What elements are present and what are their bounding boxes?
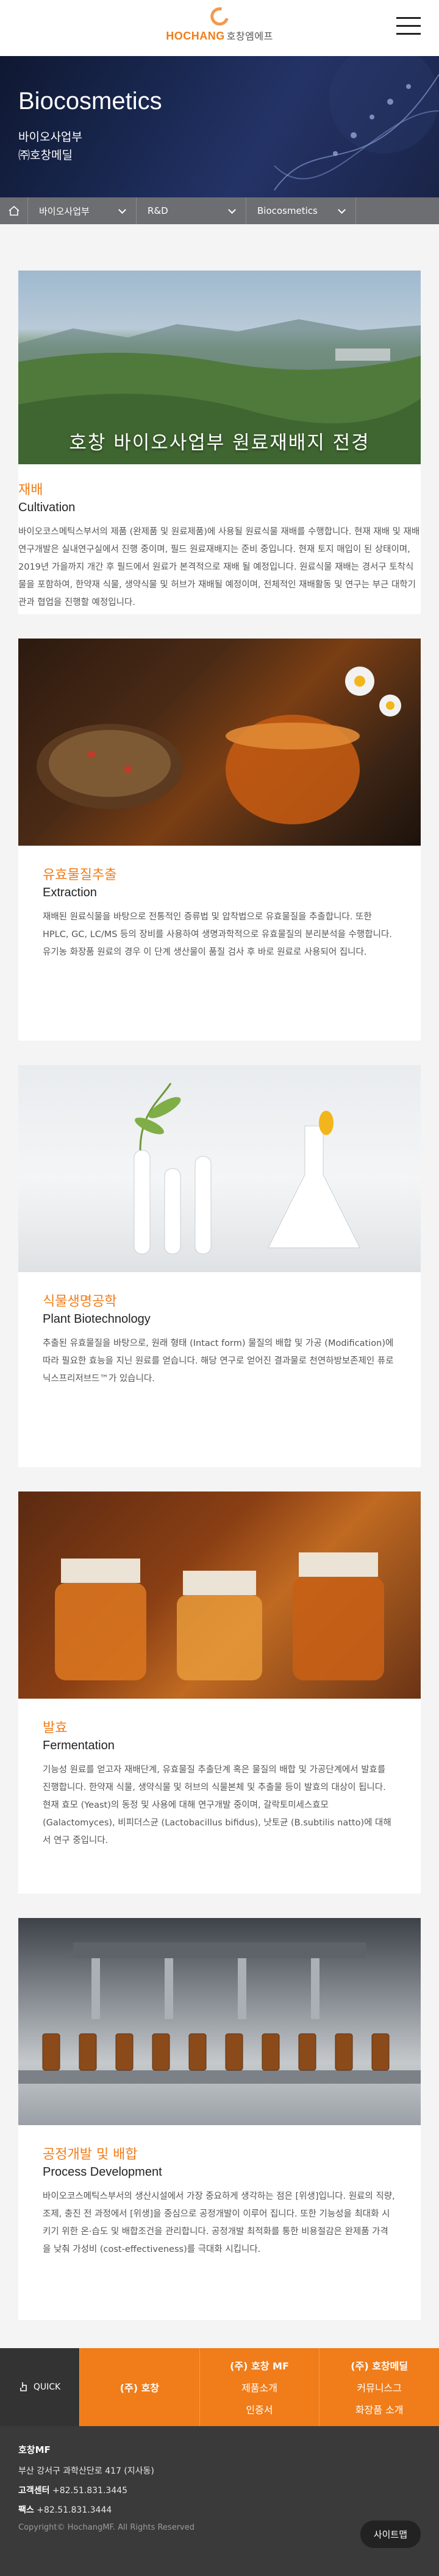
footer-company: 호창MF [18,2444,51,2455]
chevron-down-icon [228,205,236,214]
lab-glassware-photo [18,1065,421,1272]
main-content: 호창 바이오사업부 원료재배지 전경 재배 Cultivation 바이오코스메… [0,224,439,2348]
quick-link-hochang-mf[interactable]: (주) 호창 MF [230,2358,289,2373]
quick-col-hochang: (주) 호창 [79,2348,199,2426]
breadcrumb-biocosmetics[interactable]: Biocosmetics [246,197,356,224]
site-footer: 호창MF 부산 강서구 과학산단로 417 (지사동) 고객센터 +82.51.… [0,2426,439,2576]
section-title-en: Cultivation [18,501,76,514]
section-title-en: Plant Biotechnology [43,1312,151,1326]
section-title: 발효 [43,1721,68,1736]
brand-sub: 호창엠에프 [226,32,273,42]
section-title-en: Extraction [43,886,97,899]
jars-illustration [55,1552,384,1680]
section-title: 공정개발 및 배합 [43,2147,138,2162]
breadcrumb-rnd[interactable]: R&D [137,197,246,224]
fermentation-card: 발효 Fermentation 기능성 원료를 얻고자 재배단계, 유효물질 추… [18,1491,421,1894]
plant-biotech-card: 식물생명공학 Plant Biotechnology 추출된 유효물질을 바탕으… [18,1065,421,1467]
breadcrumb-division[interactable]: 바이오사업부 [28,197,137,224]
tea-illustration [37,667,401,824]
section-body: 바이오코스메틱스부서의 생산시설에서 가장 중요하게 생각하는 점은 [위생]입… [43,2192,395,2254]
footer-fax: 팩스 +82.51.831.3444 [18,2505,112,2515]
site-header: HOCHANG 호창엠에프 [0,0,439,56]
section-body: 재배된 원료식물을 바탕으로 전통적인 증류법 및 압착법으로 유효물질을 추출… [43,912,392,957]
hero-banner: Biocosmetics 바이오사업부 ㈜호창메딜 [0,56,439,197]
sitemap-button[interactable]: 사이트맵 [360,2521,421,2548]
brand-logo[interactable]: HOCHANG 호창엠에프 [166,4,273,43]
section-body: 기능성 원료를 얻고자 재배단계, 유효물질 추출단계 혹은 물질의 배합 및 … [43,1765,391,1845]
cultivation-section: 호창 바이오사업부 원료재배지 전경 재배 Cultivation 바이오코스메… [18,271,421,614]
hero-company: ㈜호창메딜 [18,149,73,162]
home-icon[interactable] [0,197,28,224]
footer-phone: 고객센터 +82.51.831.3445 [18,2486,128,2496]
section-title: 유효물질추출 [43,868,117,883]
hamburger-menu-icon[interactable] [396,17,421,38]
chevron-down-icon [118,205,126,214]
photo-caption: 호창 바이오사업부 원료재배지 전경 [69,432,370,454]
hero-division: 바이오사업부 [18,130,82,144]
hand-pointer-icon [20,2382,27,2391]
dna-graphic-icon [274,56,439,191]
quick-col-hochang-mf: (주) 호창 MF 제품소개 인증서 [199,2348,319,2426]
cultivation-site-photo: 호창 바이오사업부 원료재배지 전경 [18,271,421,464]
process-development-card: 공정개발 및 배합 Process Development 바이오코스메틱스부서… [18,1918,421,2320]
extraction-card: 유효물질추출 Extraction 재배된 원료식물을 바탕으로 전통적인 증류… [18,639,421,1041]
chevron-down-icon [338,205,346,214]
fermentation-jars-photo [18,1491,421,1699]
quick-link-cosmetics[interactable]: 화장품 소개 [355,2402,404,2416]
logo-mark-icon [207,4,232,29]
quick-label: QUICK [0,2348,79,2426]
section-body: 바이오코스메틱스부서의 제품 (완제품 및 원료제품)에 사용될 원료식물 재배… [18,527,420,607]
quick-link-certificates[interactable]: 인증서 [246,2402,273,2416]
bottling-line-photo [18,1918,421,2125]
page-title: Biocosmetics [18,88,162,115]
bottling-illustration [18,1942,421,2084]
section-body: 추출된 유효물질을 바탕으로, 원래 형태 (Intact form) 물질의 … [43,1339,394,1384]
herbal-tea-photo [18,639,421,846]
section-title: 재배 [18,483,43,498]
brand-name: HOCHANG [166,30,225,42]
footer-address: 부산 강서구 과학산단로 417 (지사동) [18,2466,154,2476]
quick-link-hochang-medil[interactable]: (주) 호창메딜 [351,2358,408,2373]
quick-link-hochang[interactable]: (주) 호창 [120,2380,159,2394]
quick-link-products[interactable]: 제품소개 [241,2380,277,2394]
section-title-en: Fermentation [43,1739,115,1752]
breadcrumb: 바이오사업부 R&D Biocosmetics [0,197,439,224]
section-title: 식물생명공학 [43,1294,117,1309]
quick-link-community[interactable]: 커뮤니스그 [357,2380,402,2394]
section-title-en: Process Development [43,2165,162,2179]
lab-illustration [134,1083,360,1254]
quick-col-hochang-medil: (주) 호창메딜 커뮤니스그 화장품 소개 [319,2348,439,2426]
quick-links: QUICK (주) 호창 (주) 호창 MF 제품소개 인증서 (주) 호창메딜… [0,2348,439,2426]
